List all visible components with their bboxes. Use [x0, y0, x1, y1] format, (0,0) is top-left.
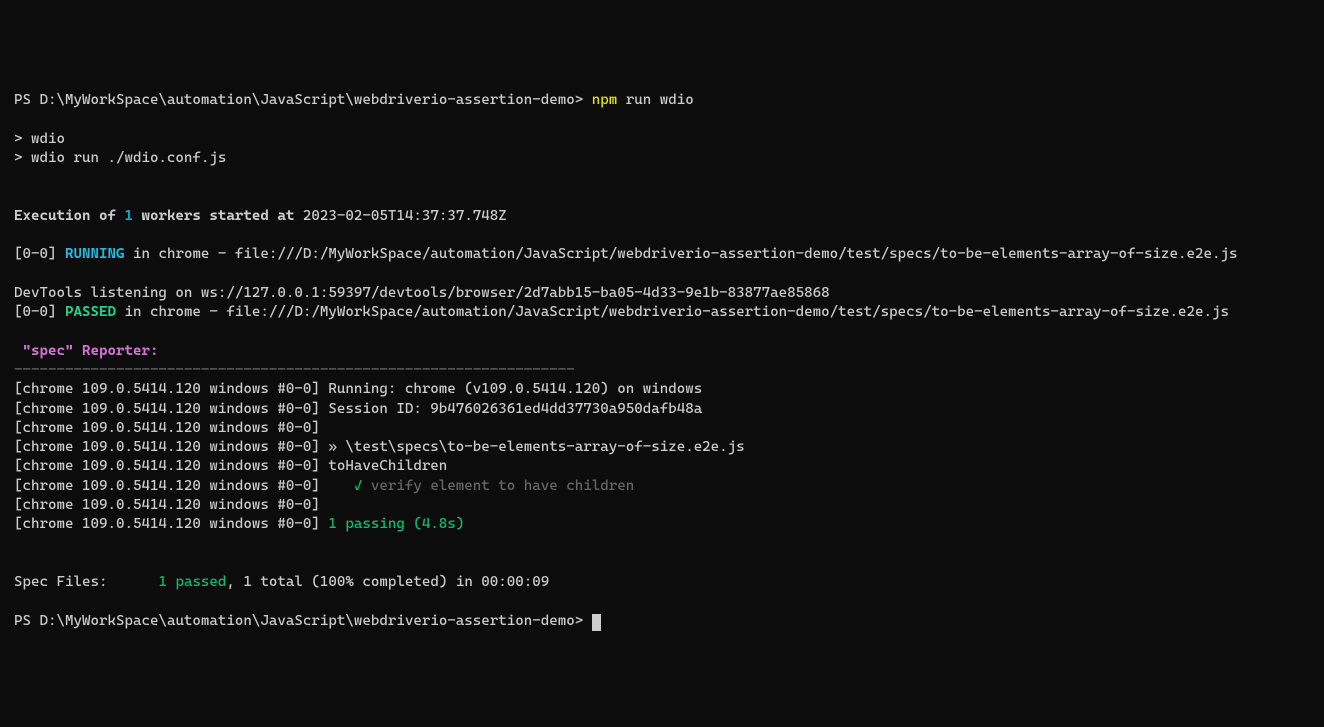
report-line-check: [chrome 109.0.5414.120 windows #0-0] ✓ v…	[14, 477, 1310, 496]
echo-line-2: > wdio run ./wdio.conf.js	[14, 149, 1310, 168]
report-line-7: [chrome 109.0.5414.120 windows #0-0]	[14, 496, 1310, 515]
summary-line: Spec Files: 1 passed, 1 total (100% comp…	[14, 573, 1310, 592]
status-running: RUNNING	[65, 246, 124, 262]
report-line-3: [chrome 109.0.5414.120 windows #0-0]	[14, 419, 1310, 438]
report-line-passing: [chrome 109.0.5414.120 windows #0-0] 1 p…	[14, 515, 1310, 534]
report-line-2: [chrome 109.0.5414.120 windows #0-0] Ses…	[14, 400, 1310, 419]
report-line-4: [chrome 109.0.5414.120 windows #0-0] » \…	[14, 438, 1310, 457]
report-line-1: [chrome 109.0.5414.120 windows #0-0] Run…	[14, 380, 1310, 399]
divider-line: ----------------------------------------…	[14, 361, 1310, 380]
cursor-icon	[592, 614, 601, 631]
prompt-line: PS D:\MyWorkSpace\automation\JavaScript\…	[14, 91, 1310, 110]
status-passed: PASSED	[65, 304, 116, 320]
echo-line-1: > wdio	[14, 130, 1310, 149]
running-line: [0-0] RUNNING in chrome - file:///D:/MyW…	[14, 245, 1310, 264]
prompt-line-2: PS D:\MyWorkSpace\automation\JavaScript\…	[14, 612, 1310, 631]
command-npm: npm	[592, 92, 618, 108]
report-line-5: [chrome 109.0.5414.120 windows #0-0] toH…	[14, 457, 1310, 476]
passed-line: [0-0] PASSED in chrome - file:///D:/MyWo…	[14, 303, 1310, 322]
execution-line: Execution of 1 workers started at 2023-0…	[14, 207, 1310, 226]
reporter-header: "spec" Reporter:	[14, 342, 1310, 361]
devtools-line: DevTools listening on ws://127.0.0.1:593…	[14, 284, 1310, 303]
terminal-output[interactable]: PS D:\MyWorkSpace\automation\JavaScript\…	[14, 91, 1310, 631]
